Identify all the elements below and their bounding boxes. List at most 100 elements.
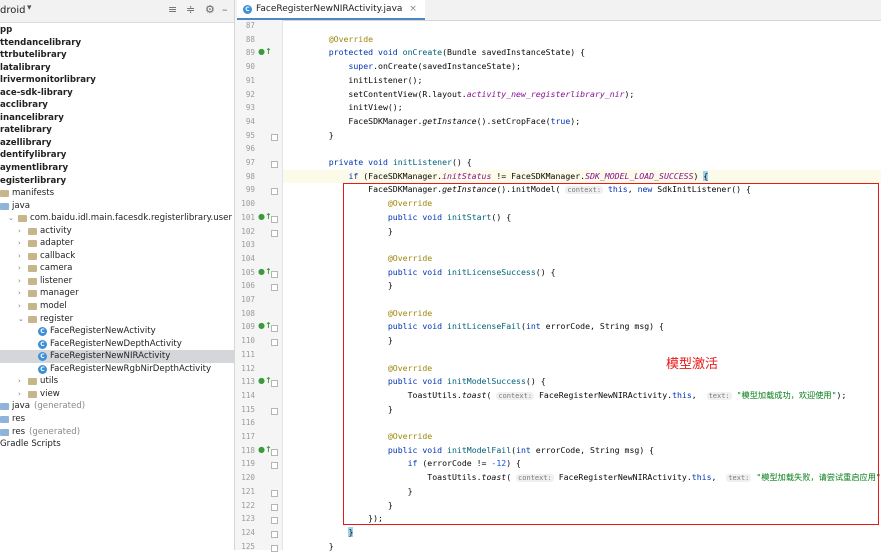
tree-item[interactable]: Gradle Scripts <box>0 438 234 451</box>
tree-item[interactable]: ttrbutelibrary <box>0 49 234 62</box>
tree-item[interactable]: acclibrary <box>0 99 234 112</box>
tree-item[interactable]: azellibrary <box>0 137 234 150</box>
fold-toggle-icon[interactable] <box>271 407 278 415</box>
tree-item[interactable]: C FaceRegisterNewRgbNirDepthActivity <box>0 363 234 376</box>
override-marker-icon[interactable]: ●↑ <box>258 47 272 56</box>
fold-toggle-icon[interactable] <box>271 215 278 223</box>
code-line[interactable]: initView(); <box>283 101 881 115</box>
fold-toggle-icon[interactable] <box>271 339 278 347</box>
tree-item[interactable]: ⌄ register <box>0 313 234 326</box>
chevron-down-icon[interactable]: ⌄ <box>18 313 24 326</box>
tree-item[interactable]: res (generated) <box>0 426 234 439</box>
line-gutter: 87 88 89 ●↑ 90 91 92 93 94 95 96 97 98 99 100 101 ●↑ 102 1… <box>235 20 283 552</box>
tree-item[interactable]: egisterlibrary <box>0 175 234 188</box>
code-line[interactable]: super.onCreate(savedInstanceState); <box>283 60 881 74</box>
chevron-right-icon[interactable]: › <box>18 375 21 388</box>
tree-item[interactable]: › camera <box>0 262 234 275</box>
tree-item-label: egisterlibrary <box>0 175 67 186</box>
editor-tab-label: FaceRegisterNewNIRActivity.java <box>256 3 403 14</box>
tree-item[interactable]: pp <box>0 24 234 37</box>
tree-item[interactable]: lrivermonitorlibrary <box>0 74 234 87</box>
tree-item[interactable]: › listener <box>0 275 234 288</box>
code-line[interactable]: } <box>283 540 881 553</box>
code-line[interactable]: if (FaceSDKManager.initStatus != FaceSDK… <box>283 169 881 184</box>
tree-item[interactable]: › activity <box>0 225 234 238</box>
fold-toggle-icon[interactable] <box>271 270 278 278</box>
code-line[interactable]: private void initListener() { <box>283 156 881 170</box>
code-line[interactable]: setContentView(R.layout.activity_new_reg… <box>283 88 881 102</box>
tree-item[interactable]: › callback <box>0 250 234 263</box>
tree-item-label: ratelibrary <box>0 125 52 136</box>
chevron-right-icon[interactable]: › <box>18 225 21 238</box>
expand-all-icon[interactable]: ≡ <box>168 3 177 16</box>
code-line[interactable] <box>283 19 881 33</box>
code-line[interactable]: @Override <box>283 33 881 47</box>
tree-item[interactable]: › utils <box>0 375 234 388</box>
fold-toggle-icon[interactable] <box>271 517 278 525</box>
tree-item[interactable]: ratelibrary <box>0 124 234 137</box>
fold-toggle-icon[interactable] <box>271 544 278 552</box>
fold-toggle-icon[interactable] <box>271 188 278 196</box>
tree-item[interactable]: dentifylibrary <box>0 149 234 162</box>
fold-toggle-icon[interactable] <box>271 530 278 538</box>
chevron-right-icon[interactable]: › <box>18 287 21 300</box>
override-marker-icon[interactable]: ●↑ <box>258 321 272 330</box>
collapse-all-icon[interactable]: ≑ <box>186 3 195 16</box>
tree-item[interactable]: › manager <box>0 287 234 300</box>
fold-toggle-icon[interactable] <box>271 284 278 292</box>
hide-panel-icon[interactable]: – <box>222 3 228 16</box>
chevron-right-icon[interactable]: › <box>18 250 21 263</box>
tree-item[interactable]: C FaceRegisterNewNIRActivity <box>0 350 234 363</box>
tree-item[interactable]: manifests <box>0 187 234 200</box>
tree-item[interactable]: res <box>0 413 234 426</box>
code-line[interactable]: FaceSDKManager.getInstance().setCropFace… <box>283 115 881 129</box>
code-line[interactable]: initListener(); <box>283 74 881 88</box>
fold-toggle-icon[interactable] <box>271 161 278 168</box>
line-number: 92 <box>245 89 255 99</box>
chevron-right-icon[interactable]: › <box>18 262 21 275</box>
fold-toggle-icon[interactable] <box>271 380 278 388</box>
tree-item[interactable]: ttendancelibrary <box>0 37 234 50</box>
fold-toggle-icon[interactable] <box>271 489 278 497</box>
chevron-down-icon[interactable]: ▾ <box>27 3 32 13</box>
override-marker-icon[interactable]: ●↑ <box>258 267 272 276</box>
override-marker-icon[interactable]: ●↑ <box>258 212 272 221</box>
code-line[interactable]: } <box>283 526 881 540</box>
tree-item[interactable]: inancelibrary <box>0 112 234 125</box>
override-marker-icon[interactable]: ●↑ <box>258 376 272 385</box>
code-line[interactable]: } <box>283 129 881 143</box>
line-number: 98 <box>245 171 255 181</box>
override-marker-icon[interactable]: ●↑ <box>258 445 272 454</box>
fold-toggle-icon[interactable] <box>271 325 278 333</box>
fold-toggle-icon[interactable] <box>271 229 278 237</box>
tree-item[interactable]: › adapter <box>0 237 234 250</box>
tree-item-label: latalibrary <box>0 62 51 73</box>
code-line[interactable]: protected void onCreate(Bundle savedInst… <box>283 46 881 60</box>
tree-item[interactable]: java <box>0 200 234 213</box>
fold-toggle-icon[interactable] <box>271 448 278 456</box>
project-view-selector[interactable]: droid <box>0 5 25 16</box>
close-icon[interactable]: × <box>409 0 417 19</box>
folder-icon <box>0 428 9 436</box>
line-number: 96 <box>245 144 255 154</box>
chevron-right-icon[interactable]: › <box>18 388 21 401</box>
tree-item[interactable]: java (generated) <box>0 400 234 413</box>
chevron-right-icon[interactable]: › <box>18 275 21 288</box>
fold-toggle-icon[interactable] <box>271 133 278 141</box>
tree-item[interactable]: › view <box>0 388 234 401</box>
tree-item[interactable]: › model <box>0 300 234 313</box>
gear-icon[interactable]: ⚙ <box>205 3 215 16</box>
code-line[interactable] <box>283 142 881 156</box>
tree-item[interactable]: latalibrary <box>0 62 234 75</box>
tree-item[interactable]: aymentlibrary <box>0 162 234 175</box>
tree-item[interactable]: C FaceRegisterNewDepthActivity <box>0 338 234 351</box>
chevron-right-icon[interactable]: › <box>18 237 21 250</box>
tree-item[interactable]: C FaceRegisterNewActivity <box>0 325 234 338</box>
fold-toggle-icon[interactable] <box>271 462 278 470</box>
chevron-right-icon[interactable]: › <box>18 300 21 313</box>
tree-item[interactable]: ace-sdk-library <box>0 87 234 100</box>
fold-toggle-icon[interactable] <box>271 503 278 511</box>
tree-item[interactable]: ⌄ com.baidu.idl.main.facesdk.registerlibr… <box>0 212 234 225</box>
editor-tab[interactable]: C FaceRegisterNewNIRActivity.java × <box>237 0 425 20</box>
chevron-down-icon[interactable]: ⌄ <box>8 212 14 225</box>
